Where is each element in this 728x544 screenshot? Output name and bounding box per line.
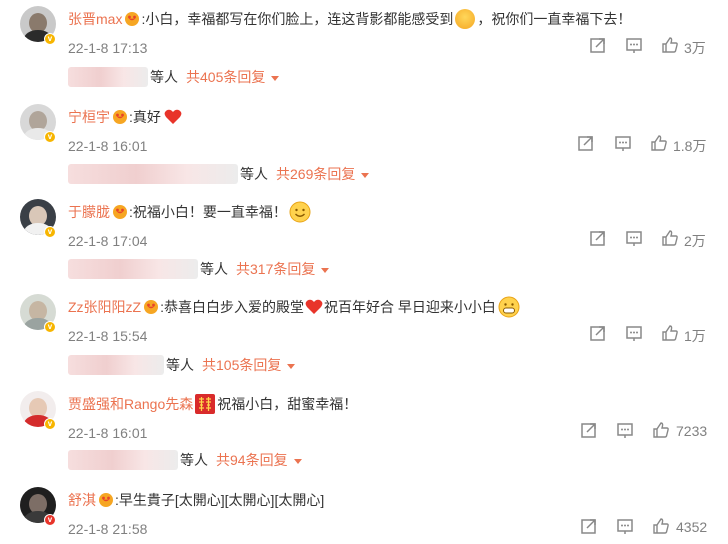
reply-count-link[interactable]: 共94条回复 [216, 450, 288, 470]
like-icon[interactable] [652, 517, 670, 535]
forward-icon[interactable] [589, 324, 607, 342]
comment-line: 贾盛强和Rango先森 祝福小白，甜蜜幸福！ [68, 391, 357, 417]
like-icon[interactable] [661, 324, 679, 342]
chevron-down-icon[interactable] [287, 363, 296, 369]
red-heart-emoji-icon [305, 299, 323, 314]
action-bar: 7233 [0, 421, 728, 441]
blurred-names [68, 259, 198, 279]
comment-text-tail: 祝百年好合 早日迎来小小白 [324, 299, 496, 315]
like-count: 1万 [684, 328, 706, 344]
reply-prefix: 等人 [240, 166, 268, 182]
comment-text: :小白，幸福都写在你们脸上，连这背影都能感受到 [141, 11, 454, 27]
like-count: 4352 [676, 519, 708, 535]
like-count: 2万 [684, 233, 706, 249]
username-link[interactable]: 贾盛强和Rango先森 [68, 394, 193, 414]
action-bar: 1万 [0, 324, 728, 344]
action-bar: 2万 [0, 229, 728, 249]
reply-count-link[interactable]: 共405条回复 [186, 67, 265, 87]
username-link[interactable]: 宁桓宇 [68, 107, 110, 127]
comment-line: 于朦胧 :祝福小白！要一直幸福！ [68, 199, 311, 225]
like-icon[interactable] [652, 421, 670, 439]
blurred-names [68, 355, 164, 375]
comment-text: 祝福小白，甜蜜幸福！ [217, 396, 358, 412]
comment-icon[interactable] [616, 421, 634, 439]
forward-icon[interactable] [580, 421, 598, 439]
chevron-down-icon[interactable] [293, 458, 302, 464]
username-link[interactable]: 张晋max [68, 9, 122, 29]
laughing-emoji-icon [455, 9, 476, 29]
like-icon[interactable] [650, 134, 668, 152]
fan-medal-icon [113, 205, 127, 219]
comment-icon[interactable] [614, 134, 632, 152]
fan-medal-icon [144, 300, 159, 314]
comment-text: :恭喜白白步入爱的殿堂 [160, 299, 304, 315]
comment-text: :祝福小白！要一直幸福！ [129, 204, 287, 220]
reply-prefix: 等人 [166, 357, 194, 373]
comment-text-tail: ，祝你们一直幸福下去！ [477, 11, 632, 27]
chevron-down-icon[interactable] [321, 267, 330, 273]
reply-prefix: 等人 [150, 69, 178, 85]
blurred-names [68, 67, 148, 87]
reply-summary[interactable]: 等人 共94条回复 [68, 448, 302, 472]
forward-icon[interactable] [580, 517, 598, 535]
grin-emoji-icon [498, 296, 520, 318]
comment-line: 张晋max :小白，幸福都写在你们脸上，连这背影都能感受到 ，祝你们一直幸福下去… [68, 6, 631, 32]
action-bar: 3万 [0, 36, 728, 56]
reply-prefix: 等人 [200, 261, 228, 277]
reply-summary[interactable]: 等人 共105条回复 [68, 353, 296, 377]
username-link[interactable]: 于朦胧 [68, 202, 110, 222]
action-bar: 4352 [0, 517, 728, 537]
like-count: 7233 [676, 423, 708, 439]
blurred-names [68, 164, 238, 184]
comment-text: :早生貴子[太開心][太開心][太開心] [115, 492, 325, 508]
chevron-down-icon[interactable] [271, 75, 280, 81]
like-icon[interactable] [661, 36, 679, 54]
action-bar: 1.8万 [0, 134, 728, 154]
forward-icon[interactable] [577, 134, 595, 152]
reply-summary[interactable]: 等人 共317条回复 [68, 257, 330, 281]
fan-medal-icon [125, 12, 140, 26]
smile-emoji-icon [289, 201, 311, 223]
comment-icon[interactable] [625, 324, 643, 342]
fan-medal-icon [113, 110, 127, 124]
reply-count-link[interactable]: 共317条回复 [236, 259, 315, 279]
like-count: 1.8万 [673, 138, 707, 154]
like-count: 3万 [684, 40, 706, 56]
comment-text: :真好 [129, 109, 161, 125]
reply-count-link[interactable]: 共105条回复 [202, 355, 281, 375]
double-happiness-emoji-icon [195, 394, 216, 414]
comment-line: 舒淇 :早生貴子[太開心][太開心][太開心] [68, 487, 324, 513]
reply-count-link[interactable]: 共269条回复 [276, 164, 355, 184]
reply-summary[interactable]: 等人 共269条回复 [68, 162, 370, 186]
comment-line: 宁桓宇 :真好 [68, 104, 183, 130]
forward-icon[interactable] [589, 229, 607, 247]
fan-medal-icon [99, 493, 113, 507]
comment-line: Zz张阳阳zZ :恭喜白白步入爱的殿堂 祝百年好合 早日迎来小小白 [68, 294, 520, 320]
chevron-down-icon[interactable] [361, 172, 370, 178]
username-link[interactable]: Zz张阳阳zZ [68, 297, 141, 317]
like-icon[interactable] [661, 229, 679, 247]
forward-icon[interactable] [589, 36, 607, 54]
reply-summary[interactable]: 等人 共405条回复 [68, 65, 280, 89]
reply-prefix: 等人 [180, 452, 208, 468]
red-heart-emoji-icon [164, 109, 182, 124]
username-link[interactable]: 舒淇 [68, 490, 96, 510]
comment-icon[interactable] [625, 36, 643, 54]
comment-icon[interactable] [616, 517, 634, 535]
comment-icon[interactable] [625, 229, 643, 247]
blurred-names [68, 450, 178, 470]
